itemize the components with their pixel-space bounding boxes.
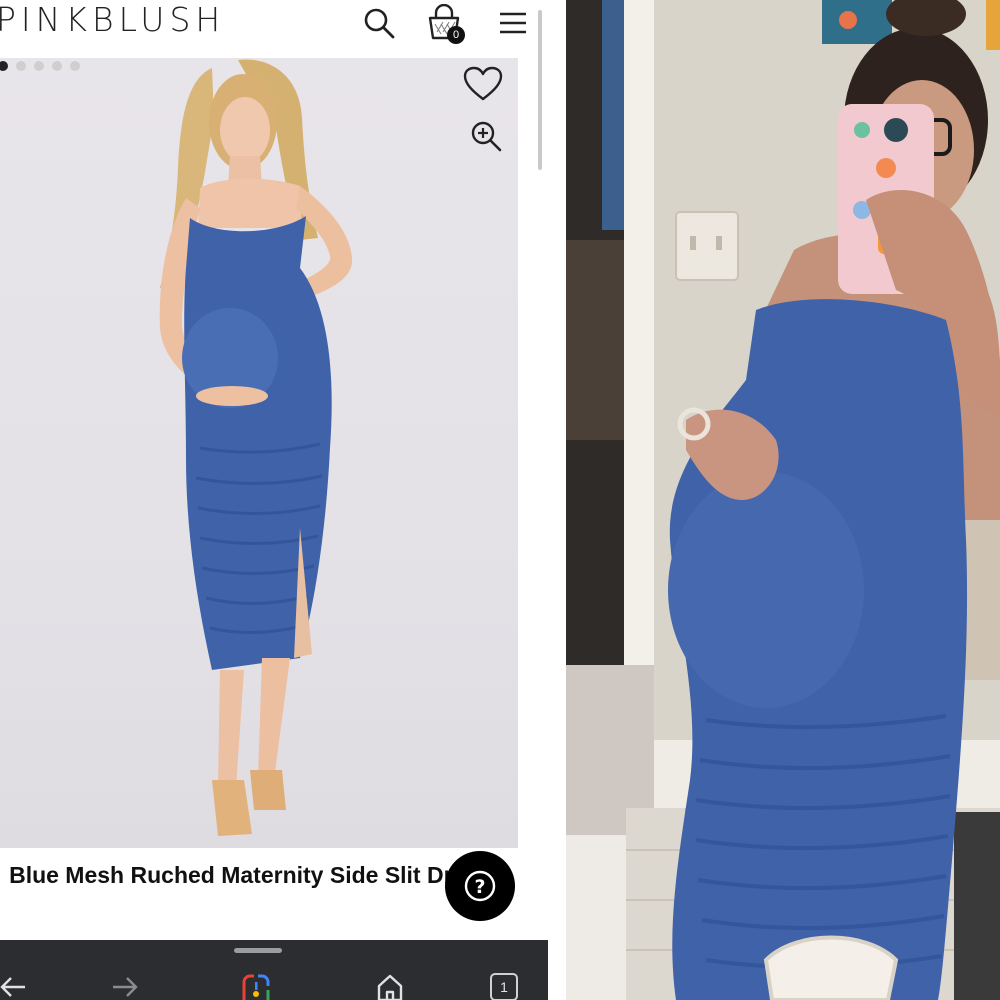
bag-button[interactable]: 0 — [425, 4, 465, 44]
google-lens-icon[interactable] — [236, 970, 276, 1000]
svg-text:?: ? — [474, 876, 485, 898]
gallery-dot[interactable] — [70, 61, 80, 71]
bag-count-badge: 0 — [447, 26, 465, 44]
gallery-dot[interactable] — [0, 61, 8, 71]
gallery-dot[interactable] — [16, 61, 26, 71]
back-arrow-icon[interactable] — [0, 970, 32, 1000]
sheet-handle[interactable] — [234, 948, 282, 953]
gallery-pagination — [0, 61, 80, 71]
product-image-gallery[interactable] — [0, 58, 518, 848]
zoom-button[interactable] — [464, 114, 508, 158]
brand-logo[interactable]: PINKBLUSH — [0, 0, 225, 40]
site-header: PINKBLUSH 0 — [0, 0, 548, 58]
browser-bottom-bar: 1 — [0, 940, 548, 1000]
search-icon[interactable] — [360, 4, 398, 42]
tab-count: 1 — [490, 973, 518, 1000]
gallery-dot[interactable] — [34, 61, 44, 71]
product-title: Blue Mesh Ruched Maternity Side Slit Dre… — [9, 862, 491, 888]
forward-arrow-icon[interactable] — [106, 970, 146, 1000]
mirror-selfie-photo — [566, 0, 1000, 1000]
product-page-screenshot: PINKBLUSH 0 Blue Mesh Ruched Maternity S… — [0, 0, 548, 1000]
gallery-dot[interactable] — [52, 61, 62, 71]
home-icon[interactable] — [370, 970, 410, 1000]
model-photo — [159, 59, 353, 836]
menu-icon[interactable] — [494, 4, 532, 42]
question-icon: ? — [464, 870, 496, 902]
heart-icon — [463, 66, 503, 101]
zoom-in-icon — [471, 121, 502, 152]
page-scrollbar[interactable] — [538, 10, 542, 170]
help-button[interactable]: ? — [445, 851, 515, 921]
tabs-icon[interactable]: 1 — [484, 970, 524, 1000]
favorite-button[interactable] — [461, 62, 505, 106]
